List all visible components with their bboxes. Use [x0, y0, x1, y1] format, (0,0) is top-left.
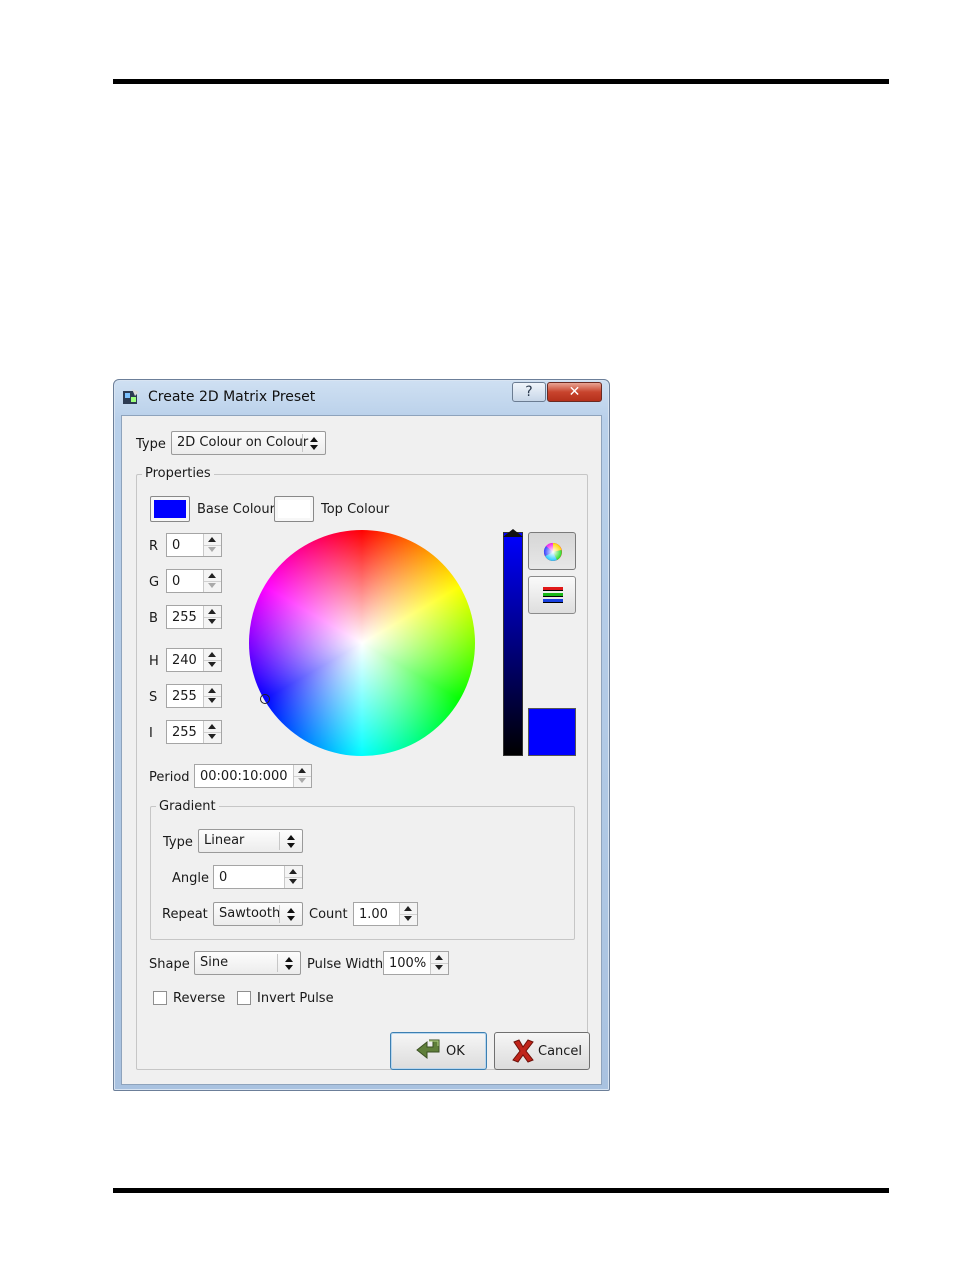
bottom-rule [113, 1188, 889, 1193]
pulse-width-label: Pulse Width [307, 957, 384, 972]
colour-sliders-icon [543, 587, 563, 603]
ok-button[interactable]: OK [390, 1032, 487, 1070]
spin-arrows-icon[interactable] [203, 685, 221, 707]
r-spinbox[interactable]: 0 [166, 533, 222, 557]
close-button[interactable]: ✕ [547, 382, 602, 402]
spin-arrows-icon[interactable] [203, 721, 221, 743]
type-combo-value: 2D Colour on Colour [177, 435, 309, 450]
gradient-group-title: Gradient [156, 799, 219, 814]
count-value: 1.00 [359, 907, 388, 922]
count-spinbox[interactable]: 1.00 [353, 902, 418, 926]
cancel-button-label: Cancel [538, 1044, 583, 1059]
intensity-handle-icon[interactable] [503, 529, 523, 537]
period-label: Period [149, 770, 190, 785]
spin-arrows-icon[interactable] [203, 570, 221, 592]
combo-arrows-icon [279, 832, 302, 850]
repeat-value: Sawtooth [219, 906, 281, 921]
spin-arrows-icon[interactable] [430, 952, 448, 974]
b-value: 255 [172, 610, 197, 625]
r-label: R [149, 539, 159, 554]
repeat-label: Repeat [162, 907, 208, 922]
i-spinbox[interactable]: 255 [166, 720, 222, 744]
ok-button-label: OK [446, 1044, 465, 1059]
i-label: I [149, 726, 153, 741]
b-label: B [149, 611, 158, 626]
period-value: 00:00:10:000 [200, 769, 288, 784]
combo-arrows-icon [279, 905, 302, 923]
h-value: 240 [172, 653, 197, 668]
colour-wheel-marker[interactable] [260, 694, 270, 704]
title-bar[interactable]: Create 2D Matrix Preset ? ✕ [114, 380, 609, 414]
type-label: Type [136, 437, 166, 452]
top-colour-label: Top Colour [321, 502, 390, 517]
top-rule [113, 79, 889, 84]
invert-pulse-label: Invert Pulse [257, 991, 334, 1006]
h-label: H [149, 654, 159, 669]
shape-label: Shape [149, 957, 190, 972]
angle-value: 0 [219, 870, 228, 885]
help-button[interactable]: ? [512, 382, 546, 402]
g-label: G [149, 575, 160, 590]
g-spinbox[interactable]: 0 [166, 569, 222, 593]
combo-arrows-icon [277, 954, 300, 972]
wheel-mode-button[interactable] [528, 532, 576, 570]
dialog-client-area: Type 2D Colour on Colour Properties Base… [121, 415, 602, 1085]
pulse-width-value: 100% [389, 956, 427, 971]
shape-value: Sine [200, 955, 229, 970]
combo-arrows-icon [302, 434, 325, 452]
spin-arrows-icon[interactable] [284, 866, 302, 888]
type-combo[interactable]: 2D Colour on Colour [171, 431, 326, 455]
s-label: S [149, 690, 158, 705]
spin-arrows-icon[interactable] [203, 606, 221, 628]
colour-wheel-icon [543, 542, 562, 561]
top-colour-button[interactable] [274, 496, 314, 522]
base-colour-button[interactable] [150, 496, 190, 522]
repeat-combo[interactable]: Sawtooth [213, 902, 303, 926]
gradient-type-label: Type [163, 835, 193, 850]
angle-label: Angle [172, 871, 209, 886]
gradient-type-combo[interactable]: Linear [198, 829, 303, 853]
s-spinbox[interactable]: 255 [166, 684, 222, 708]
angle-spinbox[interactable]: 0 [213, 865, 303, 889]
app-icon [123, 389, 139, 404]
invert-pulse-checkbox[interactable] [237, 991, 251, 1005]
create-2d-matrix-preset-dialog: Create 2D Matrix Preset ? ✕ Type 2D Colo… [113, 379, 610, 1091]
reverse-label: Reverse [173, 991, 226, 1006]
reverse-checkbox[interactable] [153, 991, 167, 1005]
spin-arrows-icon[interactable] [203, 649, 221, 671]
cancel-button[interactable]: Cancel [494, 1032, 590, 1070]
spin-arrows-icon[interactable] [293, 765, 311, 787]
base-colour-swatch [154, 500, 186, 518]
b-spinbox[interactable]: 255 [166, 605, 222, 629]
shape-combo[interactable]: Sine [194, 951, 301, 975]
dialog-title: Create 2D Matrix Preset [148, 389, 316, 405]
count-label: Count [309, 907, 348, 922]
pulse-width-spinbox[interactable]: 100% [383, 951, 449, 975]
s-value: 255 [172, 689, 197, 704]
top-colour-swatch [278, 500, 310, 518]
colour-preview [528, 708, 576, 756]
spin-arrows-icon[interactable] [399, 903, 417, 925]
period-spinbox[interactable]: 00:00:10:000 [194, 764, 312, 788]
g-value: 0 [172, 574, 181, 589]
base-colour-label: Base Colour [197, 502, 275, 517]
slider-mode-button[interactable] [528, 576, 576, 614]
cancel-x-icon [512, 1039, 534, 1063]
h-spinbox[interactable]: 240 [166, 648, 222, 672]
r-value: 0 [172, 538, 181, 553]
properties-group-title: Properties [142, 466, 214, 481]
spin-arrows-icon[interactable] [203, 534, 221, 556]
gradient-type-value: Linear [204, 833, 245, 848]
i-value: 255 [172, 725, 197, 740]
ok-arrow-icon [416, 1039, 440, 1060]
intensity-slider[interactable] [503, 529, 523, 756]
colour-wheel[interactable] [249, 530, 475, 756]
